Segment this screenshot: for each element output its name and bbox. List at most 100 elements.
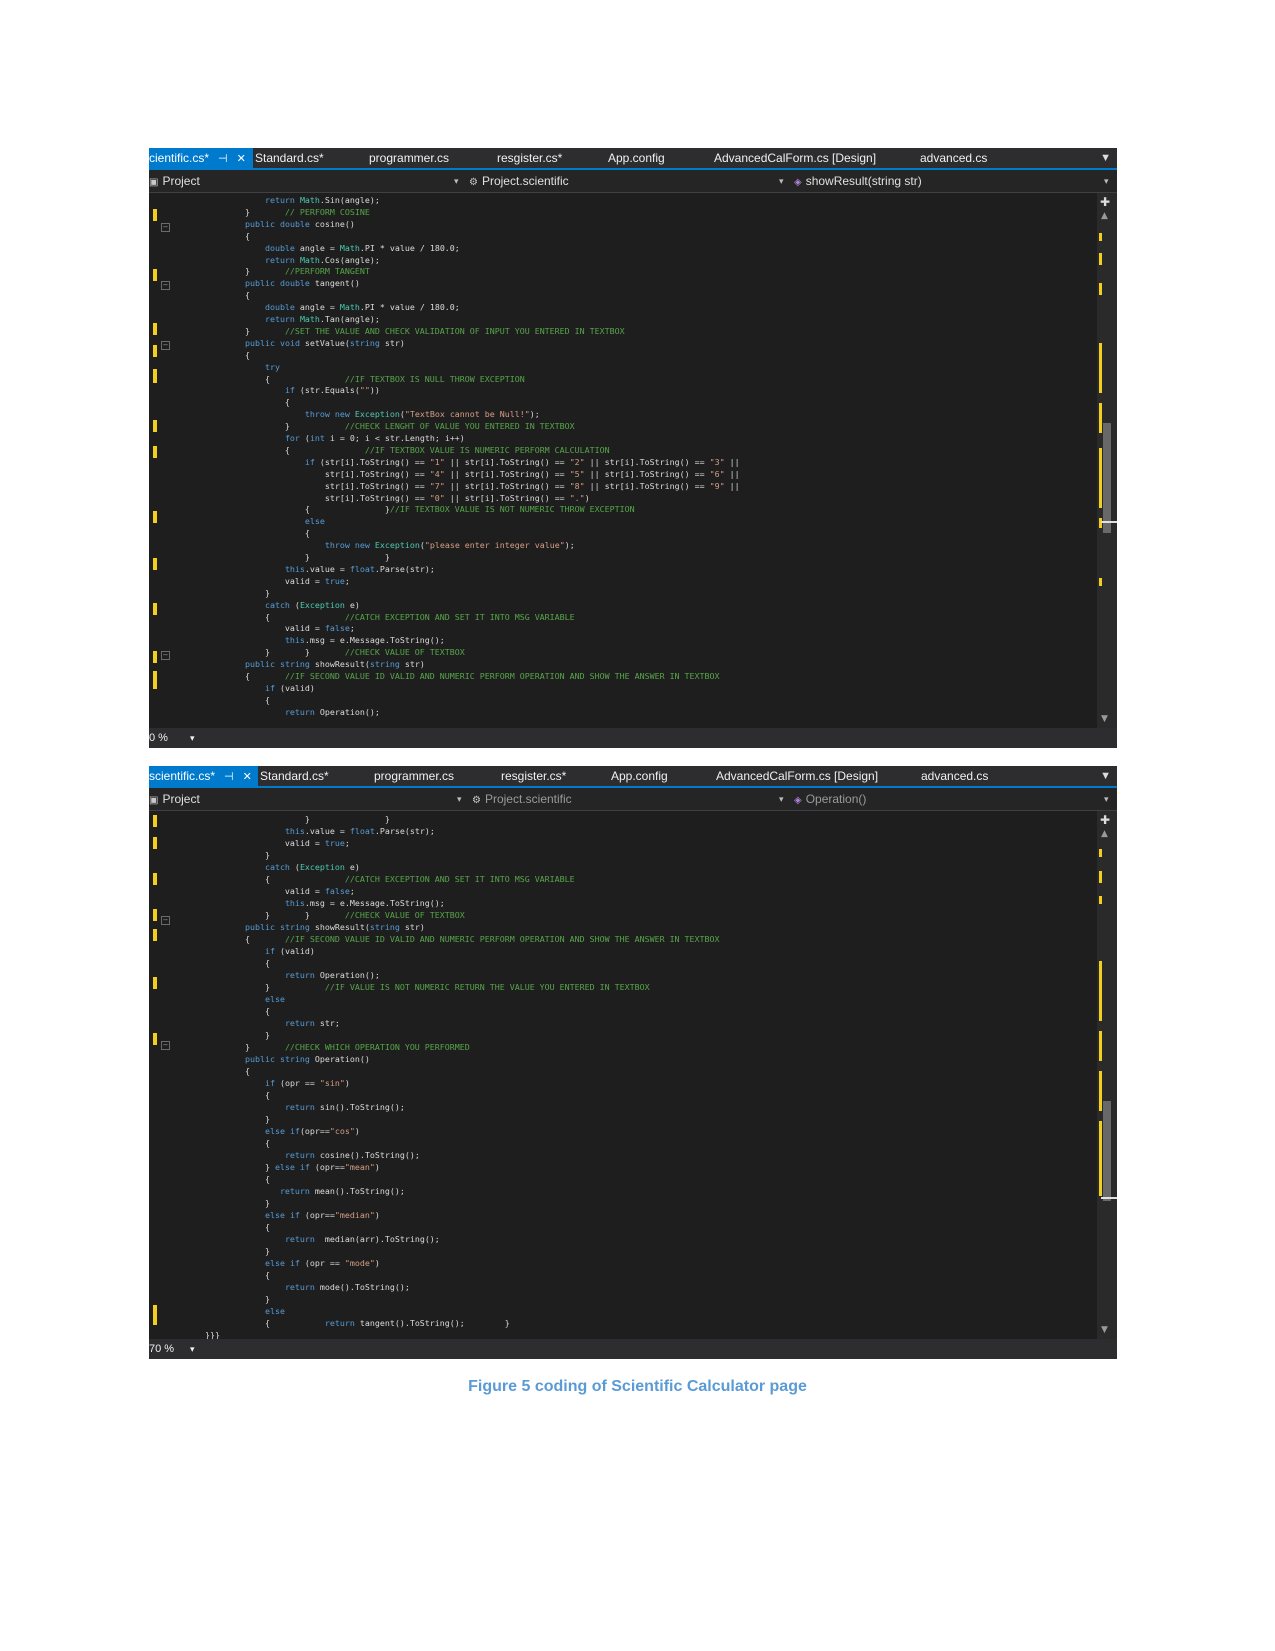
code-line[interactable]: } <box>205 588 270 600</box>
split-icon[interactable]: ✚ <box>1100 195 1110 209</box>
code-line[interactable]: valid = false; <box>205 623 355 635</box>
code-line[interactable]: } //PERFORM TANGENT <box>205 266 370 278</box>
pin-icon[interactable]: ⊣ <box>224 771 234 783</box>
chevron-down-icon[interactable]: ▾ <box>779 170 784 192</box>
code-line[interactable]: { <box>205 350 250 362</box>
code-line[interactable]: return Math.Cos(angle); <box>205 255 380 267</box>
tab-resgister[interactable]: resgister.cs* <box>501 766 566 786</box>
code-line[interactable]: if (str.Equals("")) <box>205 385 380 397</box>
code-line[interactable]: { //IF SECOND VALUE ID VALID AND NUMERIC… <box>205 671 720 683</box>
fold-icon[interactable]: − <box>161 916 170 925</box>
code-line[interactable]: this.msg = e.Message.ToString(); <box>205 635 445 647</box>
code-line[interactable]: return sin().ToString(); <box>205 1101 405 1113</box>
project-dropdown[interactable]: ▣ Project <box>149 170 200 194</box>
code-line[interactable]: }}} <box>205 1329 220 1339</box>
tab-overflow-icon[interactable]: ▼ <box>1100 766 1111 786</box>
code-line[interactable]: return mean().ToString(); <box>205 1185 405 1197</box>
tab-app-config[interactable]: App.config <box>608 148 665 168</box>
chevron-down-icon[interactable]: ▾ <box>457 788 462 810</box>
vertical-scrollbar[interactable]: ✚ ▲ ▼ <box>1097 811 1117 1339</box>
zoom-dropdown-icon[interactable]: ▾ <box>190 728 195 748</box>
code-line[interactable]: throw new Exception("TextBox cannot be N… <box>205 409 540 421</box>
member-dropdown[interactable]: ◈ Operation() <box>794 788 866 812</box>
code-line[interactable]: this.value = float.Parse(str); <box>205 564 435 576</box>
zoom-level[interactable]: 0 % <box>149 728 168 748</box>
tab-advanced-cal-form-design[interactable]: AdvancedCalForm.cs [Design] <box>716 766 878 786</box>
code-line[interactable]: for (int i = 0; i < str.Length; i++) <box>205 433 465 445</box>
code-editor-area[interactable]: − − } } this.value = float.Parse(str); v… <box>149 811 1117 1339</box>
code-line[interactable]: else if(opr=="cos") <box>205 1125 360 1137</box>
code-line[interactable]: valid = true; <box>205 576 350 588</box>
tab-programmer[interactable]: programmer.cs <box>369 148 449 168</box>
zoom-level[interactable]: 70 % <box>149 1339 174 1359</box>
code-line[interactable]: } else if (opr=="mean") <box>205 1161 380 1173</box>
code-line[interactable]: str[i].ToString() == "4" || str[i].ToStr… <box>205 469 740 481</box>
code-line[interactable]: { <box>205 231 250 243</box>
code-line[interactable]: { //IF TEXTBOX VALUE IS NUMERIC PERFORM … <box>205 445 610 457</box>
code-lines[interactable]: return Math.Sin(angle); } // PERFORM COS… <box>205 193 1095 728</box>
code-line[interactable]: { <box>205 1005 270 1017</box>
code-line[interactable]: if (opr == "sin") <box>205 1077 350 1089</box>
code-line[interactable]: } <box>205 849 270 861</box>
code-line[interactable]: } } //CHECK VALUE OF TEXTBOX <box>205 647 465 659</box>
scroll-down-icon[interactable]: ▼ <box>1101 1325 1108 1335</box>
code-line[interactable]: public string showResult(string str) <box>205 659 425 671</box>
code-line[interactable]: else <box>205 516 325 528</box>
code-line[interactable]: } //SET THE VALUE AND CHECK VALIDATION O… <box>205 326 625 338</box>
chevron-down-icon[interactable]: ▾ <box>1104 170 1109 192</box>
chevron-down-icon[interactable]: ▾ <box>1104 788 1109 810</box>
fold-icon[interactable]: − <box>161 651 170 660</box>
code-line[interactable]: return Math.Tan(angle); <box>205 314 380 326</box>
code-line[interactable]: { //IF SECOND VALUE ID VALID AND NUMERIC… <box>205 933 720 945</box>
close-icon[interactable]: ✕ <box>243 771 252 783</box>
code-line[interactable]: return median(arr).ToString(); <box>205 1233 440 1245</box>
zoom-dropdown-icon[interactable]: ▾ <box>190 1339 195 1359</box>
code-line[interactable]: catch (Exception e) <box>205 861 360 873</box>
tab-overflow-icon[interactable]: ▼ <box>1100 148 1111 168</box>
tab-scientific[interactable]: scientific.cs* ⊣ ✕ <box>149 766 258 786</box>
split-icon[interactable]: ✚ <box>1100 813 1110 827</box>
code-editor-area[interactable]: − − − − return Math.Sin(angle); } // PER… <box>149 193 1117 728</box>
code-line[interactable]: public double cosine() <box>205 219 355 231</box>
fold-icon[interactable]: − <box>161 281 170 290</box>
scroll-thumb[interactable] <box>1103 423 1111 533</box>
tab-programmer[interactable]: programmer.cs <box>374 766 454 786</box>
code-line[interactable]: { <box>205 1137 270 1149</box>
scroll-thumb[interactable] <box>1103 1101 1111 1201</box>
code-line[interactable]: { <box>205 1173 270 1185</box>
code-line[interactable]: this.msg = e.Message.ToString(); <box>205 897 445 909</box>
scroll-down-icon[interactable]: ▼ <box>1101 714 1108 724</box>
tab-advanced[interactable]: advanced.cs <box>921 766 988 786</box>
vertical-scrollbar[interactable]: ✚ ▲ ▼ <box>1097 193 1117 728</box>
code-line[interactable]: double angle = Math.PI * value / 180.0; <box>205 302 460 314</box>
code-line[interactable]: if (valid) <box>205 945 315 957</box>
code-line[interactable]: public string showResult(string str) <box>205 921 425 933</box>
code-line[interactable]: try <box>205 362 280 374</box>
fold-icon[interactable]: − <box>161 223 170 232</box>
class-dropdown[interactable]: ⚙ Project.scientific <box>469 170 569 194</box>
code-line[interactable]: return Operation(); <box>205 969 380 981</box>
tab-app-config[interactable]: App.config <box>611 766 668 786</box>
tab-advanced-cal-form-design[interactable]: AdvancedCalForm.cs [Design] <box>714 148 876 168</box>
member-dropdown[interactable]: ◈ showResult(string str) <box>794 170 922 194</box>
close-icon[interactable]: ✕ <box>237 153 246 165</box>
code-line[interactable]: return Operation(); <box>205 707 380 719</box>
class-dropdown[interactable]: ⚙ Project.scientific <box>472 788 572 812</box>
code-line[interactable]: } <box>205 1245 270 1257</box>
code-line[interactable]: { <box>205 1221 270 1233</box>
code-line[interactable]: { }//IF TEXTBOX VALUE IS NOT NUMERIC THR… <box>205 504 635 516</box>
project-dropdown[interactable]: ▣ Project <box>149 788 200 812</box>
code-line[interactable]: public void setValue(string str) <box>205 338 405 350</box>
tab-resgister[interactable]: resgister.cs* <box>497 148 562 168</box>
code-line[interactable]: if (str[i].ToString() == "1" || str[i].T… <box>205 457 740 469</box>
chevron-down-icon[interactable]: ▾ <box>454 170 459 192</box>
tab-standard[interactable]: Standard.cs* <box>255 148 324 168</box>
code-line[interactable]: if (valid) <box>205 683 315 695</box>
tab-standard[interactable]: Standard.cs* <box>260 766 329 786</box>
fold-icon[interactable]: − <box>161 341 170 350</box>
code-line[interactable]: } <box>205 1293 270 1305</box>
code-line[interactable]: { <box>205 695 270 707</box>
code-line[interactable]: } } <box>205 552 390 564</box>
code-line[interactable]: { <box>205 1089 270 1101</box>
code-line[interactable]: public double tangent() <box>205 278 360 290</box>
